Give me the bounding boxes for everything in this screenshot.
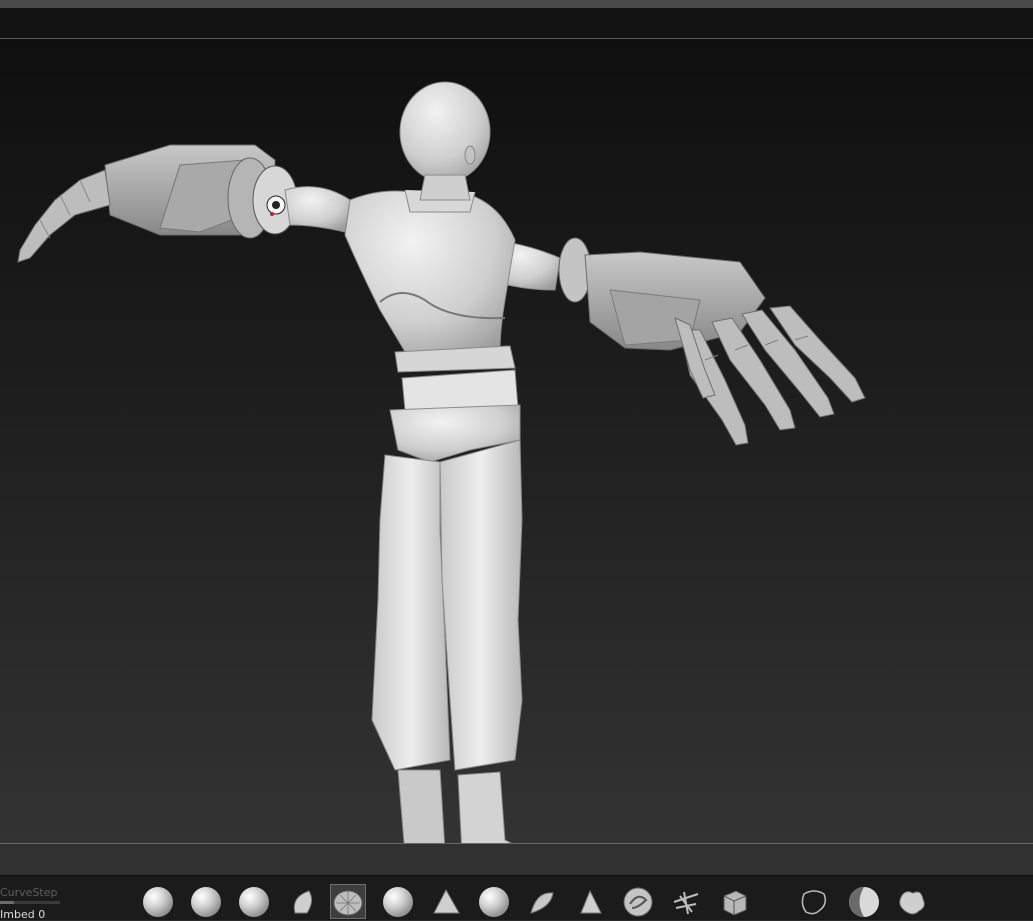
brush-lasso[interactable]: [796, 884, 832, 919]
snakehook-icon: [623, 887, 653, 916]
smooth-icon: [479, 886, 509, 917]
embed-value: 0: [38, 908, 46, 921]
imm-mesh-icon: [333, 890, 363, 915]
brush-clay-tubes[interactable]: [236, 884, 272, 919]
brush-trim-dynamic[interactable]: [572, 884, 608, 919]
canvas-viewport[interactable]: [0, 39, 1033, 843]
brush-move[interactable]: [284, 884, 320, 919]
alpha-picker[interactable]: [894, 884, 930, 919]
trim-dynamic-icon: [580, 889, 602, 913]
spray-stroke-icon: [673, 891, 699, 914]
legs: [371, 439, 523, 843]
brush-pinch[interactable]: [524, 884, 560, 919]
viewport-lower-area: [0, 844, 1033, 875]
right-arm: [494, 237, 866, 446]
brush-snakehook[interactable]: [620, 884, 656, 919]
standard-sphere-icon: [143, 886, 173, 917]
belt: [394, 345, 519, 411]
clay-buildup-icon: [191, 886, 221, 917]
title-strip: [0, 0, 1033, 8]
brush-smooth[interactable]: [476, 884, 512, 919]
matcap-material-icon: [849, 886, 879, 917]
brush-inflate[interactable]: [428, 884, 464, 919]
inflate-icon: [433, 888, 460, 913]
move-icon: [293, 889, 313, 913]
left-upper-arm: [284, 186, 351, 233]
material-picker[interactable]: [846, 884, 882, 919]
lasso-select-icon: [801, 889, 827, 914]
brush-spray[interactable]: [668, 884, 704, 919]
brush-imm-mesh[interactable]: [330, 884, 366, 919]
damstandard-icon: [383, 886, 413, 917]
embed-label-text: Imbed: [0, 908, 35, 921]
left-robot-arm: [17, 144, 298, 263]
curve-step-label: CurveStep: [0, 886, 58, 899]
torso: [344, 189, 516, 361]
texture-alpha-icon: [899, 890, 925, 914]
brush-standard[interactable]: [140, 884, 176, 919]
slider-knob[interactable]: [0, 901, 14, 904]
brush-clay-buildup[interactable]: [188, 884, 224, 919]
embed-label: Imbed 0: [0, 908, 45, 921]
brush-damstandard[interactable]: [380, 884, 416, 919]
clay-tubes-icon: [239, 886, 269, 917]
pinch-icon: [530, 891, 554, 914]
cube-insert-icon: [723, 889, 747, 916]
head: [399, 81, 491, 201]
curve-step-slider[interactable]: [0, 901, 60, 904]
sculpt-model: [17, 81, 866, 843]
document-bar: [0, 8, 1033, 39]
brush-cube-insert[interactable]: [716, 884, 752, 919]
